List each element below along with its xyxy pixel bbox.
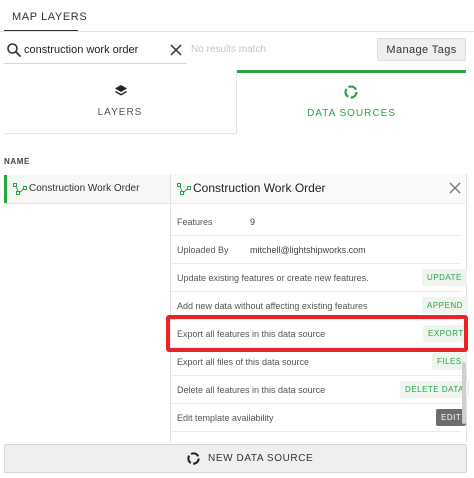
export-description: Export all features in this data source: [177, 329, 326, 339]
tab-data-sources[interactable]: DATA SOURCES: [237, 70, 466, 134]
uploaded-by-value: mitchell@lightshipworks.com: [250, 245, 366, 255]
geometry-icon: [13, 183, 27, 195]
delete-description: Delete all features in this data source: [177, 385, 326, 395]
top-divider: [0, 31, 474, 32]
new-data-source-label: NEW DATA SOURCE: [208, 453, 314, 464]
search-icon: [7, 43, 21, 57]
search-underline: [4, 63, 187, 64]
geometry-icon: [177, 183, 191, 195]
detail-scrollbar[interactable]: [462, 362, 466, 424]
tab-map-layers[interactable]: MAP LAYERS: [4, 8, 87, 32]
info-row-features: Features 9: [171, 208, 461, 236]
features-value: 9: [250, 217, 256, 227]
detail-header: Construction Work Order: [171, 174, 466, 204]
layers-icon: [115, 85, 127, 96]
close-icon[interactable]: [449, 182, 461, 194]
export-button[interactable]: EXPORT: [423, 325, 469, 342]
data-sources-icon: [344, 85, 358, 99]
tab-data-sources-label: DATA SOURCES: [307, 108, 396, 119]
tab-layers[interactable]: LAYERS: [4, 70, 237, 134]
action-row-edit-template: Edit template availability EDIT: [171, 404, 467, 432]
update-description: Update existing features or create new f…: [177, 273, 369, 283]
append-description: Add new data without affecting existing …: [177, 301, 368, 311]
files-description: Export all files of this data source: [177, 357, 310, 367]
list-item-label: Construction Work Order: [29, 183, 140, 194]
update-button[interactable]: UPDATE: [422, 269, 467, 286]
detail-title: Construction Work Order: [193, 181, 326, 195]
action-row-export: Export all features in this data source …: [171, 320, 469, 348]
list-divider: [4, 203, 170, 204]
action-row-files: Export all files of this data source FIL…: [171, 348, 467, 376]
tab-map-layers-label: MAP LAYERS: [12, 11, 88, 23]
action-row-delete: Delete all features in this data source …: [171, 376, 469, 404]
list-item-construction-work-order[interactable]: Construction Work Order: [4, 175, 172, 203]
tab-layers-label: LAYERS: [97, 107, 143, 118]
action-row-update: Update existing features or create new f…: [171, 264, 467, 292]
append-button[interactable]: APPEND: [422, 297, 468, 314]
name-column-header: NAME: [4, 157, 30, 166]
features-label: Features: [177, 217, 213, 227]
search-input[interactable]: [24, 40, 172, 60]
data-source-detail-panel: Construction Work Order Features 9 Uploa…: [170, 174, 469, 442]
edit-template-description: Edit template availability: [177, 413, 274, 423]
clear-search-icon[interactable]: [169, 43, 183, 57]
delete-data-button[interactable]: DELETE DATA: [400, 381, 469, 398]
new-data-source-button[interactable]: NEW DATA SOURCE: [4, 444, 467, 473]
search-row: No results match Manage Tags: [0, 38, 474, 64]
action-row-append: Add new data without affecting existing …: [171, 292, 468, 320]
uploaded-by-label: Uploaded By: [177, 245, 229, 255]
no-results-text: No results match: [191, 44, 267, 55]
manage-tags-button[interactable]: Manage Tags: [377, 38, 466, 61]
info-row-uploaded-by: Uploaded By mitchell@lightshipworks.com: [171, 236, 461, 264]
data-sources-icon: [187, 452, 200, 465]
